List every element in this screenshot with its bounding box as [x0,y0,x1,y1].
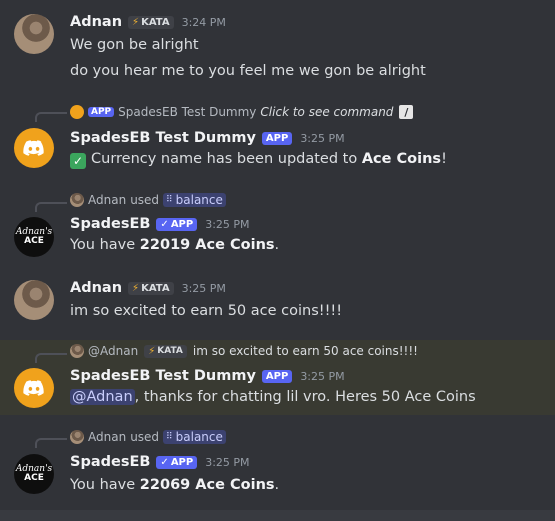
app-badge: APP [88,107,115,117]
message-text: @Adnan, thanks for chatting lil vro. Her… [70,389,476,405]
discord-icon [23,139,44,156]
bot-avatar[interactable] [14,368,54,408]
author-name[interactable]: Adnan [70,14,122,30]
message-text: do you hear me to you feel me we gon be … [70,63,426,79]
reply-author: @Adnan [88,344,139,358]
message-text: ✓ Currency name has been updated to Ace C… [70,151,447,169]
bolt-icon: ⚡ [132,282,140,294]
adnan-avatar[interactable] [14,14,54,54]
message-bot-balance-2: Adnan used ⠿ balance Adnan's ACE SpadesEB… [0,425,555,505]
bolt-icon: ⚡ [132,16,140,28]
balance-command[interactable]: ⠿ balance [163,193,226,207]
app-grid-icon: ⠿ [166,195,173,205]
author-name[interactable]: SpadesEB Test Dummy [70,130,256,146]
timestamp: 3:24 PM [181,15,226,29]
adnan-avatar[interactable] [14,280,54,320]
user-mention[interactable]: @Adnan [70,389,135,405]
reply-connector [35,202,67,212]
reply-connector [35,438,67,448]
reply-connector [35,353,67,363]
timestamp: 3:25 PM [300,369,345,383]
author-name[interactable]: SpadesEB [70,216,150,232]
bot-avatar[interactable] [14,128,54,168]
author-name[interactable]: SpadesEB Test Dummy [70,368,256,384]
kata-tag[interactable]: ⚡ KATA [128,15,174,29]
bolt-icon: ⚡ [148,345,156,357]
adnan-mini-avatar [70,430,84,444]
adnan-mini-avatar [70,344,84,358]
verified-app-badge: ✓ APP [156,455,198,469]
author-name[interactable]: SpadesEB [70,454,150,470]
message-adnan-1: Adnan ⚡ KATA 3:24 PM We gon be alright do… [0,8,555,88]
message-adnan-2: Adnan ⚡ KATA 3:25 PM im so excited to ear… [0,274,555,330]
app-badge: APP [261,131,293,145]
timestamp: 3:25 PM [300,131,345,145]
kata-tag[interactable]: ⚡ KATA [128,281,174,295]
spadeseb-avatar[interactable]: Adnan's ACE [14,217,54,257]
reply-author: Adnan [88,193,127,207]
see-command-link[interactable]: Click to see command [260,105,393,119]
message-bot-balance-1: Adnan used ⠿ balance Adnan's ACE SpadesEB… [0,190,555,270]
reply-preview[interactable]: @Adnan ⚡ KATA im so excited to earn 50 ac… [70,344,418,358]
balance-command[interactable]: ⠿ balance [163,430,226,444]
reply-author: Adnan [88,430,127,444]
adnan-mini-avatar [70,193,84,207]
kata-tag: ⚡ KATA [144,344,187,358]
check-mark-icon: ✓ [70,153,86,169]
message-bot-command: APP SpadesEB Test Dummy Click to see com… [0,100,555,180]
timestamp: 3:25 PM [205,455,250,469]
reply-preview[interactable]: Adnan used ⠿ balance [70,430,226,444]
author-name[interactable]: Adnan [70,280,122,296]
message-text: We gon be alright [70,37,199,53]
timestamp: 3:25 PM [181,281,226,295]
discord-icon [23,379,44,396]
reply-preview[interactable]: Adnan used ⠿ balance [70,193,226,207]
message-text: im so excited to earn 50 ace coins!!!! [70,303,343,319]
spadeseb-avatar[interactable]: Adnan's ACE [14,454,54,494]
verified-check-icon: ✓ [160,456,169,468]
reply-author: SpadesEB Test Dummy [118,105,257,119]
app-badge: APP [261,369,293,383]
reply-preview[interactable]: APP SpadesEB Test Dummy Click to see com… [70,105,414,119]
slash-command-icon[interactable]: / [399,105,414,119]
message-text: You have 22019 Ace Coins. [70,237,280,253]
verified-check-icon: ✓ [160,218,169,230]
bot-mini-avatar [70,105,84,119]
verified-app-badge: ✓ APP [156,217,198,231]
message-bot-reply-mention: @Adnan ⚡ KATA im so excited to earn 50 ac… [0,340,555,415]
timestamp: 3:25 PM [205,217,250,231]
app-grid-icon: ⠿ [166,432,173,442]
message-text: You have 22069 Ace Coins. [70,477,280,493]
reply-connector [35,112,67,122]
message-input-edge[interactable] [0,510,555,521]
